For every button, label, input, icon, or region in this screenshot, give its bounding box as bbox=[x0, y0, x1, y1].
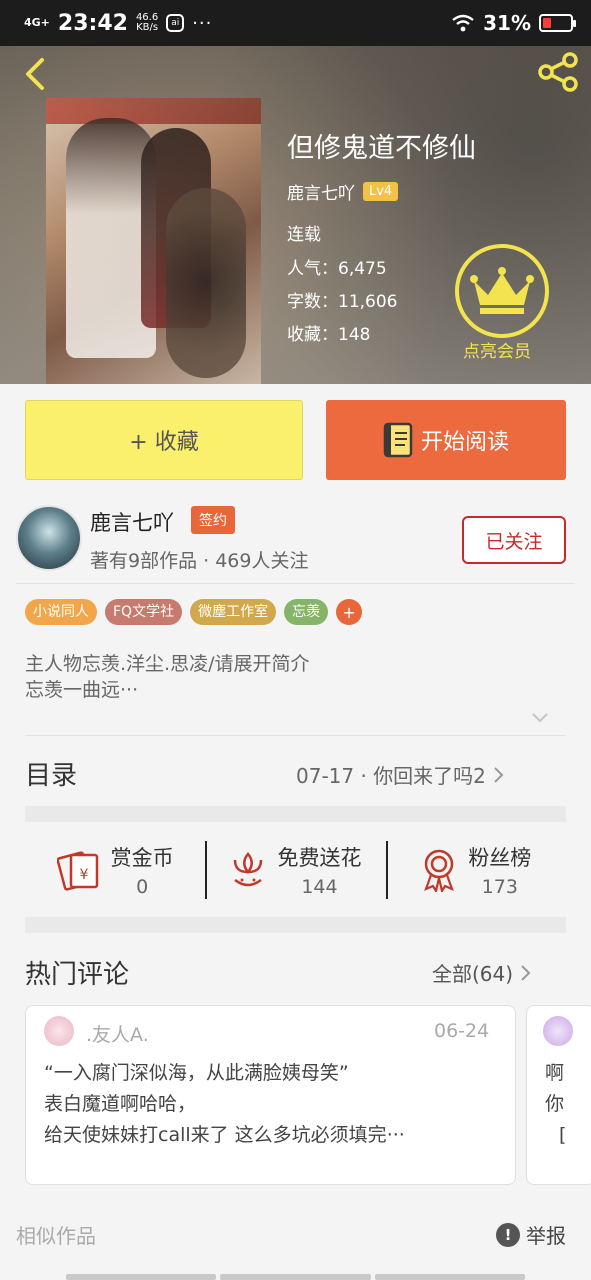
report-button[interactable]: ! 举报 bbox=[496, 1220, 566, 1249]
chevron-down-icon[interactable] bbox=[530, 710, 550, 726]
author-level-badge: Lv4 bbox=[363, 182, 399, 201]
share-icon[interactable] bbox=[534, 48, 582, 96]
book-collections: 收藏：148 bbox=[287, 325, 371, 345]
network-speed: 46.6 KB/s bbox=[135, 12, 159, 33]
tag-chip[interactable]: 忘羡 bbox=[284, 599, 329, 625]
more-notifications-icon: ··· bbox=[192, 12, 213, 34]
intro-line: 忘羡一曲远··· bbox=[25, 679, 139, 701]
commenter-name[interactable]: .友人A. bbox=[86, 1020, 149, 1047]
latest-chapter-link[interactable]: 07-17 · 你回来了吗2 bbox=[296, 760, 504, 789]
book-status: 连载 bbox=[287, 225, 321, 245]
all-comments-label: 全部(64) bbox=[432, 962, 514, 986]
tag-chip[interactable]: 小说同人 bbox=[25, 599, 97, 625]
book-intro[interactable]: 主人物忘羡.洋尘.思凌/请展开简介 忘羡一曲远··· bbox=[25, 651, 309, 703]
reward-coins[interactable]: ¥ 赏金币 0 bbox=[25, 824, 205, 916]
add-tag-icon[interactable]: + bbox=[336, 599, 363, 625]
book-title: 但修鬼道不修仙 bbox=[287, 133, 476, 164]
free-flowers[interactable]: 免费送花 144 bbox=[205, 824, 385, 916]
battery-percent: 31% bbox=[483, 11, 531, 35]
commenter-avatar bbox=[543, 1016, 573, 1046]
stats-row: ¥ 赏金币 0 免费送花 144 粉丝榜 173 bbox=[25, 824, 566, 916]
tag-chip[interactable]: 微塵工作室 bbox=[190, 599, 277, 625]
svg-text:¥: ¥ bbox=[79, 867, 88, 883]
network-indicator: 4G+ bbox=[24, 16, 50, 29]
author-info: 著有9部作品 · 469人关注 bbox=[90, 550, 309, 572]
latest-chapter: 07-17 · 你回来了吗2 bbox=[296, 764, 486, 788]
author-avatar[interactable] bbox=[16, 505, 82, 571]
comment-text: 啊 你 [ bbox=[545, 1062, 567, 1146]
signed-badge: 签约 bbox=[191, 506, 235, 534]
book-author[interactable]: 鹿言七吖 bbox=[287, 179, 355, 204]
section-separator bbox=[25, 917, 566, 933]
fan-ranking[interactable]: 粉丝榜 173 bbox=[385, 824, 566, 916]
stat-label: 免费送花 bbox=[277, 846, 362, 870]
comment-card-next[interactable]: 啊 你 [ bbox=[526, 1005, 591, 1185]
report-label: 举报 bbox=[526, 1224, 566, 1248]
book-cover[interactable] bbox=[46, 98, 261, 384]
comment-text: “一入腐门深似海，从此满脸姨母笑” 表白魔道啊哈哈， 给天使妹妹打call来了 … bbox=[44, 1062, 405, 1146]
chevron-right-icon bbox=[494, 766, 504, 783]
comment-card[interactable]: .友人A. 06-24 “一入腐门深似海，从此满脸姨母笑” 表白魔道啊哈哈， 给… bbox=[25, 1005, 516, 1185]
hot-comments-title: 热门评论 bbox=[25, 960, 130, 990]
all-comments-link[interactable]: 全部(64) bbox=[432, 958, 531, 987]
chevron-right-icon bbox=[521, 964, 531, 981]
stat-label: 粉丝榜 bbox=[468, 846, 532, 870]
intro-line: 主人物忘羡.洋尘.思凌/请展开简介 bbox=[25, 653, 310, 675]
stat-value: 173 bbox=[481, 876, 518, 898]
ai-app-icon: ai bbox=[166, 14, 185, 32]
flower-icon bbox=[234, 852, 263, 887]
start-reading-label: 开始阅读 bbox=[420, 430, 509, 455]
vip-crown-button[interactable] bbox=[455, 244, 549, 338]
similar-works-title: 相似作品 bbox=[16, 1224, 96, 1248]
battery-fill bbox=[543, 18, 552, 28]
book-icon bbox=[383, 422, 413, 458]
vip-label[interactable]: 点亮会员 bbox=[463, 337, 531, 362]
divider bbox=[25, 735, 566, 736]
stat-value: 0 bbox=[136, 876, 149, 898]
book-word-count: 字数：11,606 bbox=[287, 292, 398, 312]
section-separator bbox=[25, 806, 566, 822]
start-reading-button[interactable]: 开始阅读 bbox=[326, 400, 566, 480]
comment-date: 06-24 bbox=[434, 1020, 490, 1042]
book-header: 但修鬼道不修仙 鹿言七吖 Lv4 连载 人气：6,475 字数：11,606 收… bbox=[0, 46, 591, 384]
author-name[interactable]: 鹿言七吖 bbox=[90, 507, 174, 537]
tag-list: 小说同人 FQ文学社 微塵工作室 忘羡 + bbox=[25, 599, 363, 625]
divider bbox=[16, 583, 575, 584]
status-bar: 4G+ 23:42 46.6 KB/s ai ··· 31% bbox=[0, 0, 591, 46]
bottom-scroll-indicator bbox=[66, 1274, 525, 1280]
toc-title[interactable]: 目录 bbox=[25, 755, 77, 792]
follow-button[interactable]: 已关注 bbox=[462, 516, 566, 564]
book-popularity: 人气：6,475 bbox=[287, 259, 387, 279]
wifi-icon bbox=[452, 14, 474, 32]
stat-value: 144 bbox=[301, 876, 338, 898]
tag-chip[interactable]: FQ文学社 bbox=[105, 599, 183, 625]
battery-icon bbox=[539, 14, 576, 32]
commenter-avatar[interactable] bbox=[44, 1016, 74, 1046]
exclamation-icon: ! bbox=[496, 1222, 520, 1247]
back-arrow-icon[interactable] bbox=[16, 54, 56, 94]
stat-label: 赏金币 bbox=[110, 846, 174, 870]
red-envelope-icon: ¥ bbox=[56, 851, 98, 891]
medal-icon bbox=[424, 849, 455, 892]
clock: 23:42 bbox=[57, 10, 128, 36]
crown-icon bbox=[470, 267, 534, 314]
collect-button[interactable]: + 收藏 bbox=[25, 400, 303, 480]
